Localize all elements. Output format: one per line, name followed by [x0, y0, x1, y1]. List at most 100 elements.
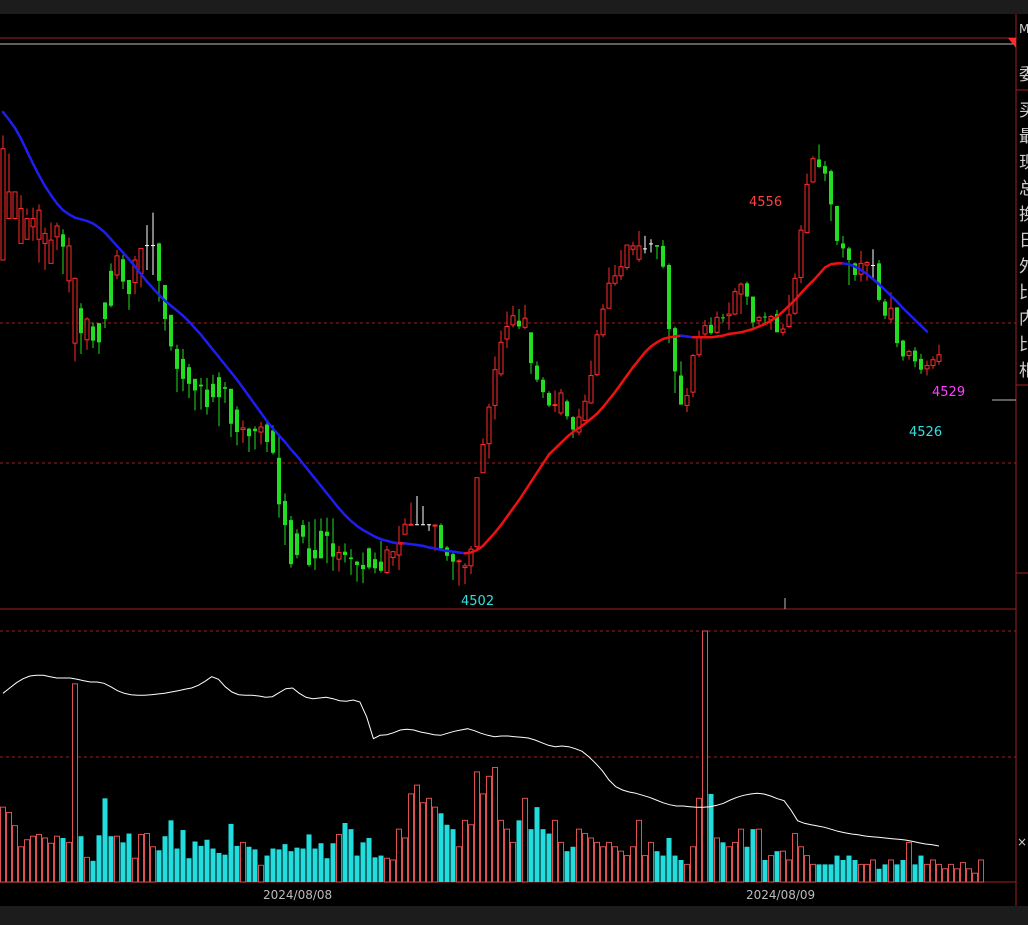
volume-bar [222, 854, 228, 882]
candle-body [355, 561, 359, 565]
ma-segment [289, 448, 299, 458]
candle-body [427, 524, 431, 526]
candle-body [888, 307, 894, 320]
candle-body [726, 313, 732, 317]
candle-body [612, 275, 618, 284]
ma-segment [637, 351, 647, 361]
ma-segment [559, 435, 569, 445]
ma-segment [115, 244, 125, 254]
volume-bar [564, 851, 570, 882]
ma-segment [601, 398, 611, 409]
candle-body [151, 245, 155, 247]
volume-bar [792, 833, 798, 883]
ma-segment [247, 395, 257, 406]
candle-body [12, 191, 18, 219]
right-panel-close-marker[interactable]: × [1017, 835, 1027, 849]
volume-bar [90, 860, 96, 882]
volume-bar [918, 855, 924, 882]
volume-bar [234, 845, 240, 882]
ma-segment [487, 531, 497, 541]
volume-bar [378, 855, 384, 882]
ma-segment [151, 287, 161, 297]
volume-bar [204, 839, 210, 882]
candle-body [199, 384, 203, 387]
candle-body [145, 245, 149, 247]
candle-body [864, 262, 870, 266]
right-panel-label: 日 [1019, 231, 1028, 251]
ma-segment [883, 288, 893, 298]
ma-segment [493, 523, 503, 534]
candle-body [504, 326, 510, 340]
candle-body [535, 365, 539, 380]
ma-segment [511, 498, 521, 510]
candle-body [690, 355, 696, 393]
right-panel-label: 外 [1019, 257, 1028, 277]
volume-bar [12, 825, 18, 883]
ma-segment [241, 386, 251, 398]
volume-bar [474, 771, 480, 883]
volume-bar [162, 836, 168, 882]
candle-body [517, 320, 521, 327]
candle-body [283, 500, 287, 526]
candle-body [193, 378, 197, 391]
candle-body [684, 394, 690, 406]
candle-body [655, 245, 659, 247]
candle-body [127, 279, 131, 295]
ma-segment [919, 324, 929, 333]
right-panel-label: 相 [1019, 361, 1028, 381]
ma-segment [499, 515, 509, 527]
volume-bar [816, 864, 822, 882]
ma-segment [211, 348, 221, 359]
ma-segment [607, 390, 617, 401]
volume-bar [504, 828, 510, 883]
candle-body [48, 239, 54, 264]
volume-bar [606, 841, 612, 883]
volume-bar [54, 835, 60, 883]
candle-body [319, 530, 323, 559]
right-panel-top-marker: M [1019, 22, 1028, 36]
ma-segment [625, 365, 635, 377]
candle-body [498, 341, 504, 375]
volume-bar [270, 848, 276, 882]
volume-bar [120, 842, 126, 882]
candle-body [661, 245, 665, 267]
volume-bar [480, 793, 486, 883]
candle-body [72, 277, 78, 344]
candle-body [643, 248, 647, 250]
volume-bar [822, 864, 828, 882]
candle-body [804, 183, 810, 234]
intraday-chart[interactable]: 4556 4502 4529 4526 2024/08/08 2024/08/0… [0, 0, 1028, 925]
volume-bar [450, 829, 456, 882]
candle-body [792, 277, 798, 314]
ma-segment [235, 378, 245, 390]
volume-bar [804, 855, 810, 883]
volume-bar [336, 833, 342, 883]
candle-body [547, 392, 551, 406]
candle-body [510, 315, 516, 326]
volume-bar [756, 828, 762, 883]
candle-body [913, 350, 917, 362]
volume-bar [780, 850, 786, 883]
candle-body [84, 318, 90, 341]
volume-bar [696, 797, 702, 883]
ma-segment [643, 345, 653, 354]
candle-body [919, 358, 923, 370]
volume-bar [402, 837, 408, 883]
volume-bar [588, 837, 594, 883]
candle-body [552, 404, 558, 407]
right-panel-label: 买 [1019, 101, 1028, 121]
ma-segment [25, 149, 35, 165]
volume-bar [438, 813, 444, 882]
volume-bar [678, 859, 684, 882]
volume-bar [534, 807, 540, 882]
ma-segment [817, 266, 827, 276]
ma-segment [277, 434, 287, 444]
volume-bar [276, 849, 282, 882]
ma-segment [523, 480, 533, 493]
ma-segment [283, 440, 293, 451]
volume-bar [348, 829, 354, 882]
volume-bar [570, 846, 576, 882]
candle-body [618, 266, 624, 277]
ma-segment [31, 162, 41, 177]
volume-bar [96, 835, 102, 882]
